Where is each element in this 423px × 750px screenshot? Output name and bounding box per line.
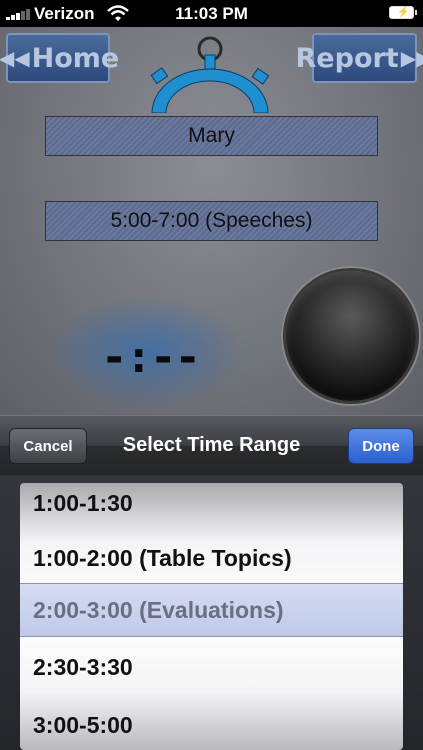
status-time: 11:03 PM	[175, 4, 248, 23]
home-button-label: Home	[31, 42, 120, 74]
double-chevron-left-icon: ◀◀	[0, 46, 30, 70]
battery-icon: ⚡	[389, 6, 417, 19]
picker-option[interactable]: 1:00-1:30	[33, 483, 133, 523]
status-bar: Verizon 11:03 PM ⚡	[0, 0, 423, 27]
picker-option[interactable]: 2:30-3:30	[33, 647, 133, 687]
picker-selected-option[interactable]: 2:00-3:00 (Evaluations)	[33, 590, 284, 630]
home-button[interactable]: ◀◀ Home	[0, 33, 119, 83]
start-stop-button[interactable]	[286, 271, 416, 401]
double-chevron-right-icon: ▶▶	[400, 46, 423, 70]
done-button[interactable]: Done	[348, 428, 414, 464]
time-range-field[interactable]: 5:00-7:00 (Speeches)	[45, 201, 378, 241]
picker-option[interactable]: 3:00-5:00	[33, 705, 133, 745]
timer-screen: ◀◀ Home Report ▶▶ Mary 5:00-7:00 (Speech…	[0, 27, 423, 415]
speaker-name-field[interactable]: Mary	[45, 116, 378, 156]
report-button[interactable]: Report ▶▶	[296, 33, 423, 83]
report-button-label: Report	[295, 42, 399, 74]
timer-display: -:--	[101, 331, 201, 383]
picker-option[interactable]: 1:00-2:00 (Table Topics)	[33, 538, 292, 578]
stopwatch-icon	[150, 36, 270, 113]
picker-toolbar: Cancel Select Time Range Done	[0, 415, 423, 475]
